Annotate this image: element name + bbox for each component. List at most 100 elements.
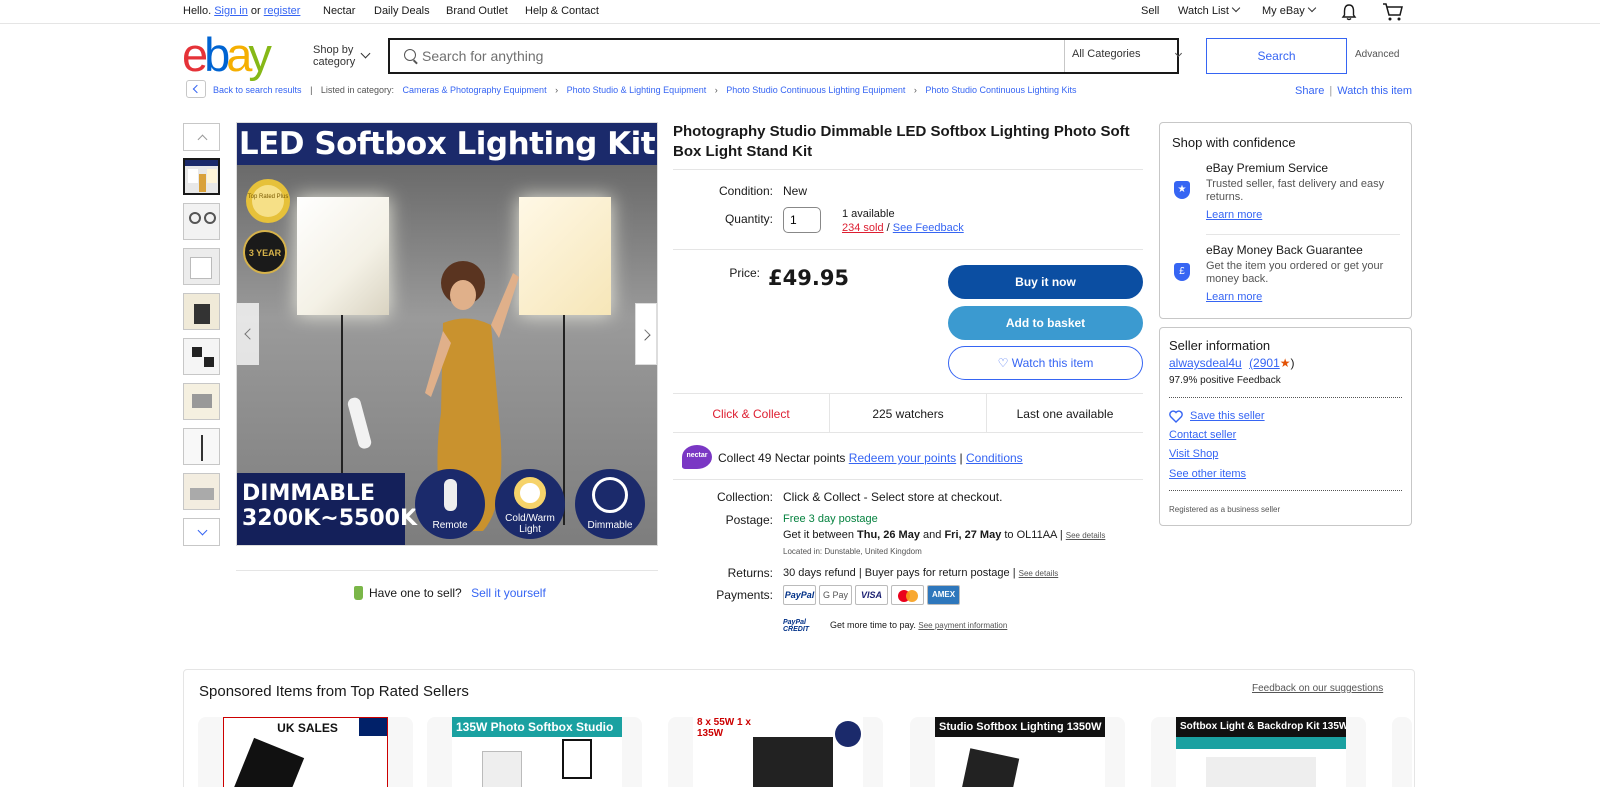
sell-link[interactable]: Sell [1141,5,1159,17]
premium-service-desc: Trusted seller, fast delivery and easy r… [1206,178,1385,203]
thumbnail-8[interactable] [183,473,220,510]
sign-in-link[interactable]: Sign in [214,5,248,17]
thumbnail-7[interactable] [183,428,220,465]
chevron-right-icon: › [714,85,718,95]
last-one-stat: Last one available [987,393,1143,433]
visit-shop-link[interactable]: Visit Shop [1169,448,1218,460]
money-back-desc: Get the item you ordered or get your mon… [1206,260,1384,285]
sponsored-item-card-partial[interactable] [1392,717,1412,787]
premium-learn-more-link[interactable]: Learn more [1206,209,1262,221]
sell-prompt: Have one to sell? Sell it yourself [369,586,546,600]
search-button[interactable]: Search [1206,38,1347,74]
divider [673,479,1143,480]
feedback-score-link[interactable]: (2901 [1249,356,1280,370]
thumbnail-2[interactable] [183,203,220,240]
redeem-points-link[interactable]: Redeem your points [849,451,956,465]
breadcrumb-item-continuous-equipment[interactable]: Photo Studio Continuous Lighting Equipme… [726,85,905,95]
shop-by-category-button[interactable]: Shop by category [313,44,355,68]
save-seller-link[interactable]: Save this seller [1190,410,1265,422]
breadcrumb-item-cameras[interactable]: Cameras & Photography Equipment [402,85,546,95]
buy-it-now-button[interactable]: Buy it now [948,265,1143,299]
feedback-suggestions-link[interactable]: Feedback on our suggestions [1252,683,1383,694]
postage-label: Postage: [725,513,773,527]
next-image-button[interactable] [635,303,657,365]
advanced-search-link[interactable]: Advanced [1355,49,1399,60]
see-other-items-link[interactable]: See other items [1169,468,1246,480]
add-to-basket-button[interactable]: Add to basket [948,306,1143,340]
notification-bell-icon[interactable] [1340,3,1358,21]
watch-this-item-link[interactable]: Watch this item [1337,85,1412,97]
seller-name-row: alwaysdeal4u (2901★) [1169,356,1295,370]
thumbnail-6[interactable] [183,383,220,420]
search-input[interactable] [422,40,1062,72]
breadcrumb-item-studio-lighting[interactable]: Photo Studio & Lighting Equipment [567,85,707,95]
badge-text: Top Rated Plus [248,194,289,200]
thumbnail-1[interactable] [183,158,220,195]
postage-see-details-link[interactable]: See details [1066,531,1106,540]
seller-information-panel: Seller information alwaysdeal4u (2901★) … [1159,327,1412,526]
divider: | [310,85,313,95]
seller-info-title: Seller information [1169,338,1271,353]
mastercard-icon [891,585,924,605]
back-to-results-link[interactable]: Back to search results [213,85,302,95]
kelvin-range-text: 3200K~5500K [242,506,417,531]
thumbnail-image [204,357,214,367]
divider [1169,397,1402,398]
cart-icon[interactable] [1382,2,1404,22]
sponsored-item-card[interactable]: Studio Softbox Lighting 1350W [910,717,1125,787]
greeting: Hello. Sign in or register [183,5,300,17]
conditions-link[interactable]: Conditions [966,451,1023,465]
separator-text: / [886,222,890,234]
register-link[interactable]: register [264,5,301,17]
share-link[interactable]: Share [1295,85,1324,97]
confidence-title: Shop with confidence [1172,135,1296,150]
collection-value: Click & Collect - Select store at checko… [783,490,1003,504]
delivery-estimate: Get it between Thu, 26 May and Fri, 27 M… [783,529,1105,541]
softbox-image [753,737,833,787]
thumbnail-scroll-down-button[interactable] [183,518,220,546]
mastercard-circle [906,590,918,602]
watch-this-item-button[interactable]: ♡ Watch this item [948,346,1143,380]
my-ebay-menu[interactable]: My eBay [1262,3,1317,17]
brand-outlet-link[interactable]: Brand Outlet [446,5,508,17]
thumbnail-5[interactable] [183,338,220,375]
help-contact-link[interactable]: Help & Contact [525,5,599,17]
condition-value: New [783,184,808,198]
see-payment-info-link[interactable]: See payment information [918,621,1007,630]
thumbnail-image [204,212,216,224]
contact-seller-link[interactable]: Contact seller [1169,429,1236,441]
breadcrumb: Back to search results | Listed in categ… [213,85,1077,95]
sponsored-item-card[interactable]: 135W Photo Softbox Studio [427,717,642,787]
category-select[interactable]: All Categories [1072,48,1140,60]
sold-count-link[interactable]: 234 sold [842,222,884,234]
uk-flag-icon [359,718,387,736]
breadcrumb-item-continuous-kits[interactable]: Photo Studio Continuous Lighting Kits [925,85,1076,95]
returns-value: 30 days refund | Buyer pays for return p… [783,567,1058,579]
thumbnail-scroll-up-button[interactable] [183,123,220,151]
see-feedback-link[interactable]: See Feedback [893,222,964,234]
nectar-link[interactable]: Nectar [323,5,355,17]
money-back-learn-more-link[interactable]: Learn more [1206,291,1262,303]
sponsored-item-card[interactable]: UK SALES [198,717,413,787]
sell-it-yourself-link[interactable]: Sell it yourself [471,586,546,600]
previous-image-button[interactable] [237,303,259,365]
sponsored-item-card[interactable]: Softbox Light & Backdrop Kit 135W [1151,717,1366,787]
daily-deals-link[interactable]: Daily Deals [374,5,430,17]
ebay-logo[interactable]: ebay [182,31,282,78]
main-product-image[interactable]: LED Softbox Lighting Kit Top Rated Plus … [236,122,658,546]
chevron-right-icon: › [913,85,917,95]
thumbnail-3[interactable] [183,248,220,285]
paypal-credit-icon: PayPal CREDIT [783,619,810,633]
thumbnail-4[interactable] [183,293,220,330]
sponsored-item-card[interactable]: 8 x 55W 1 x 135W [668,717,883,787]
wattage-badge-icon [835,721,861,747]
back-arrow-icon[interactable] [186,80,206,98]
returns-see-details-link[interactable]: See details [1019,569,1059,578]
quantity-input[interactable] [783,207,821,233]
or-text: or [250,5,261,17]
octagon-softbox-image [233,737,305,787]
nectar-points-text: Nectar points [774,451,846,465]
divider [1064,40,1065,72]
watch-list-menu[interactable]: Watch List [1178,3,1241,17]
seller-name-link[interactable]: alwaysdeal4u [1169,356,1242,370]
